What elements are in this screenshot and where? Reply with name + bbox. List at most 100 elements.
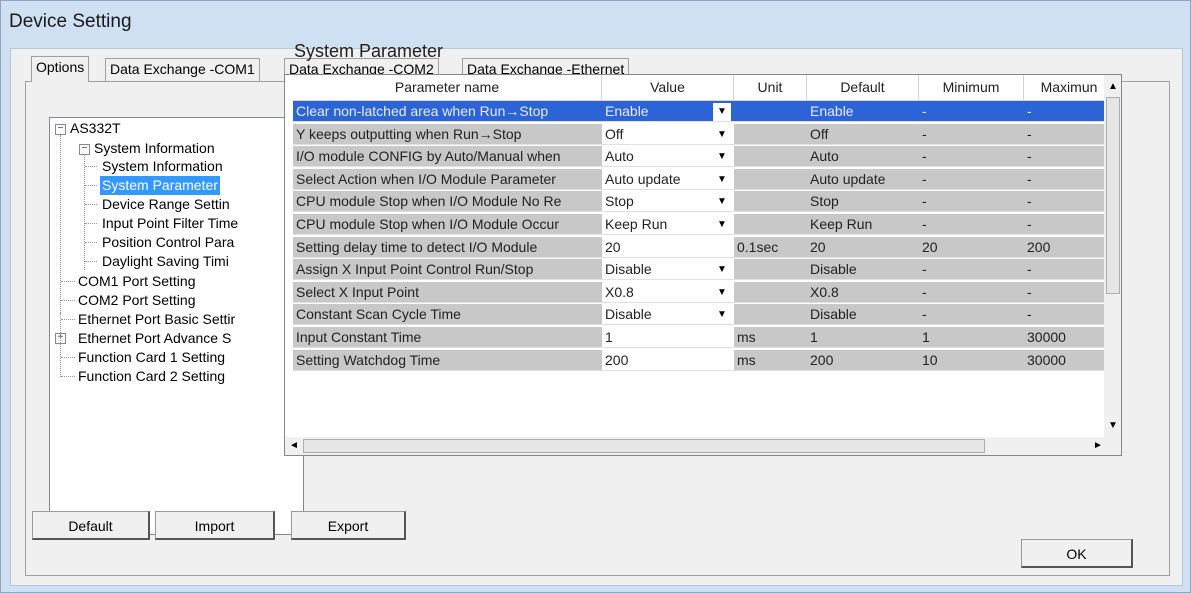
tree-connector: [85, 261, 97, 262]
column-header-value[interactable]: Value: [602, 75, 734, 100]
tree-item-function-card-2[interactable]: Function Card 2 Setting: [76, 367, 227, 386]
tree-system-information-group[interactable]: System Information: [92, 139, 217, 158]
cell-unit: [734, 214, 807, 235]
tree-connector: [60, 135, 61, 313]
tree-item-com2-port[interactable]: COM2 Port Setting: [76, 291, 198, 310]
cell-max: -: [1024, 214, 1114, 235]
cell-min: -: [919, 168, 1024, 190]
cell-unit: [734, 191, 807, 213]
cell-max: -: [1024, 259, 1114, 281]
cell-name: Y keeps outputting when Run→Stop: [293, 123, 602, 145]
import-button[interactable]: Import: [155, 511, 275, 540]
tree-root-as332t[interactable]: AS332T: [68, 119, 123, 138]
tree-item-ethernet-basic[interactable]: Ethernet Port Basic Settir: [76, 310, 237, 329]
column-header-maximum[interactable]: Maximun: [1024, 75, 1115, 100]
collapse-icon[interactable]: −: [55, 124, 66, 135]
cell-default: 200: [807, 349, 919, 371]
tree-connector: [61, 300, 75, 301]
vertical-scrollbar[interactable]: ▲ ▼: [1104, 75, 1121, 437]
column-header-default[interactable]: Default: [807, 75, 919, 100]
cell-default: Disable: [807, 259, 919, 281]
ok-button[interactable]: OK: [1021, 539, 1133, 568]
chevron-down-icon[interactable]: ▼: [713, 193, 731, 212]
tree-item-position-control[interactable]: Position Control Para: [100, 233, 236, 252]
table-row[interactable]: Y keeps outputting when Run→Stop Off Off - -…: [293, 123, 1114, 146]
column-header-unit[interactable]: Unit: [734, 75, 807, 100]
scroll-right-icon[interactable]: ►: [1093, 440, 1103, 451]
tab-options[interactable]: Options: [31, 56, 90, 82]
cell-default: Auto: [807, 146, 919, 168]
tree-connector: [60, 313, 61, 377]
tree-connector: [61, 376, 75, 377]
tree-item-input-point-filter-time[interactable]: Input Point Filter Time: [100, 214, 240, 233]
table-row[interactable]: CPU module Stop when I/O Module Occur Kee…: [293, 214, 1114, 236]
table-row[interactable]: Constant Scan Cycle Time Disable Disable - -…: [293, 304, 1114, 326]
chevron-down-icon[interactable]: ▼: [713, 306, 731, 325]
tree-item-function-card-1[interactable]: Function Card 1 Setting: [76, 348, 227, 367]
cell-value[interactable]: 1: [602, 327, 734, 348]
chevron-down-icon[interactable]: ▼: [713, 103, 731, 121]
cell-name: Setting delay time to detect I/O Module: [293, 236, 602, 258]
tree-item-ethernet-advance[interactable]: Ethernet Port Advance S: [76, 329, 233, 348]
cell-unit: [734, 123, 807, 145]
column-header-minimum[interactable]: Minimum: [919, 75, 1024, 100]
cell-value[interactable]: 20: [602, 236, 734, 258]
table-row[interactable]: Setting delay time to detect I/O Module 2…: [293, 236, 1114, 259]
cell-default: 20: [807, 236, 919, 258]
window-title: Device Setting: [9, 11, 132, 32]
parameter-grid[interactable]: Parameter name Value Unit Default Minimu…: [284, 74, 1122, 456]
cell-min: -: [919, 281, 1024, 303]
chevron-down-icon[interactable]: ▼: [713, 283, 731, 302]
tree-item-system-information[interactable]: System Information: [100, 157, 225, 176]
scroll-left-icon[interactable]: ◄: [289, 440, 299, 451]
tab-data-exchange-com1[interactable]: Data Exchange -COM1: [105, 58, 260, 81]
horizontal-scroll-thumb[interactable]: [303, 439, 985, 453]
column-header-parameter-name[interactable]: Parameter name: [293, 75, 602, 100]
cell-unit: [734, 259, 807, 281]
tree-connector: [61, 319, 75, 320]
tree-connector: [84, 155, 85, 270]
cell-default: X0.8: [807, 281, 919, 303]
cell-unit: [734, 304, 807, 326]
cell-max: 30000: [1024, 327, 1114, 348]
table-row[interactable]: I/O module CONFIG by Auto/Manual when Aut…: [293, 146, 1114, 168]
table-row[interactable]: Input Constant Time 1 ms 1 1 30000: [293, 327, 1114, 349]
chevron-down-icon[interactable]: ▼: [713, 170, 731, 189]
table-row[interactable]: Setting Watchdog Time 200 ms 200 10 30000: [293, 349, 1114, 372]
tree-connector: [61, 281, 75, 282]
tree-item-com1-port[interactable]: COM1 Port Setting: [76, 272, 198, 291]
table-row[interactable]: Select X Input Point X0.8 X0.8- - ▼: [293, 281, 1114, 304]
cell-max: -: [1024, 168, 1114, 190]
cell-default: 1: [807, 327, 919, 348]
cell-default: Stop: [807, 191, 919, 213]
chevron-down-icon[interactable]: ▼: [713, 148, 731, 167]
scroll-up-icon[interactable]: ▲: [1108, 81, 1118, 92]
cell-unit: [734, 101, 807, 122]
chevron-down-icon[interactable]: ▼: [713, 216, 731, 234]
cell-min: -: [919, 101, 1024, 122]
cell-default: Enable: [807, 101, 919, 122]
scroll-down-icon[interactable]: ▼: [1108, 420, 1118, 431]
export-button[interactable]: Export: [291, 511, 406, 540]
vertical-scroll-thumb[interactable]: [1106, 97, 1120, 294]
cell-name: Select Action when I/O Module Parameter: [293, 168, 602, 190]
cell-min: -: [919, 304, 1024, 326]
tree-item-device-range-setting[interactable]: Device Range Settin: [100, 195, 232, 214]
default-button[interactable]: Default: [32, 511, 150, 540]
settings-tree[interactable]: − AS332T − System Information System Inf…: [49, 117, 304, 535]
chevron-down-icon[interactable]: ▼: [713, 125, 731, 144]
table-row[interactable]: Assign X Input Point Control Run/Stop Dis…: [293, 259, 1114, 281]
cell-min: -: [919, 214, 1024, 235]
tree-connector: [85, 223, 97, 224]
cell-value[interactable]: 200: [602, 349, 734, 371]
horizontal-scrollbar[interactable]: ◄ ►: [285, 437, 1121, 455]
table-row[interactable]: CPU module Stop when I/O Module No Re Sto…: [293, 191, 1114, 213]
cell-max: -: [1024, 101, 1114, 122]
cell-min: -: [919, 259, 1024, 281]
table-row[interactable]: Select Action when I/O Module Parameter A…: [293, 168, 1114, 191]
tree-item-daylight-saving[interactable]: Daylight Saving Timi: [100, 252, 231, 271]
tree-item-system-parameter[interactable]: System Parameter: [100, 176, 220, 195]
table-row[interactable]: Clear non-latched area when Run→Stop Enab…: [293, 101, 1114, 123]
chevron-down-icon[interactable]: ▼: [713, 261, 731, 280]
collapse-icon[interactable]: −: [79, 144, 90, 155]
